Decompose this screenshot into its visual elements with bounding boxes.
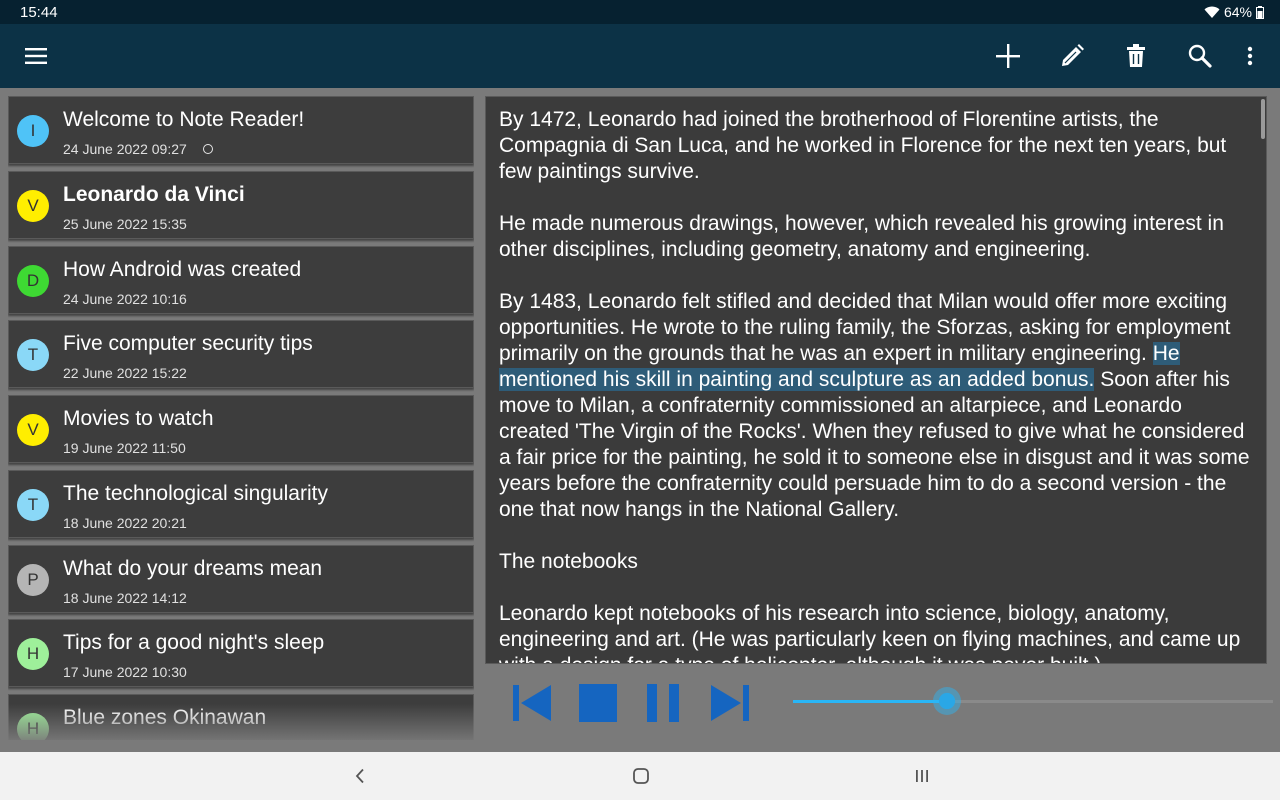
note-date: 18 June 2022 20:21 (63, 514, 187, 531)
note-title: How Android was created (63, 257, 302, 281)
note-title: Leonardo da Vinci (63, 182, 245, 206)
more-vert-icon[interactable] (1234, 40, 1266, 72)
skip-previous-icon[interactable] (511, 682, 553, 724)
reading-position-icon (203, 144, 213, 154)
note-reader[interactable]: By 1472, Leonardo had joined the brother… (485, 96, 1267, 664)
paragraph: By 1483, Leonardo felt stifled and decid… (499, 289, 1255, 523)
wifi-icon (1204, 5, 1220, 19)
note-title: Welcome to Note Reader! (63, 108, 305, 131)
navigation-bar (0, 752, 1280, 800)
reader-scrollbar[interactable] (1261, 99, 1265, 139)
seek-bar-progress (793, 700, 947, 703)
note-title: What do your dreams mean (63, 556, 323, 580)
note-avatar: V (17, 414, 49, 446)
battery-level: 64% (1223, 4, 1252, 20)
note-title: Movies to watch (63, 407, 214, 430)
section-heading: The notebooks (499, 550, 638, 573)
paragraph: Leonardo kept notebooks of his research … (499, 602, 1241, 663)
back-icon[interactable] (348, 764, 372, 788)
note-avatar: P (17, 563, 49, 596)
paragraph: By 1472, Leonardo had joined the brother… (499, 108, 1227, 183)
text-span: By 1483, Leonardo felt stifled and decid… (499, 290, 1231, 365)
paragraph: He made numerous drawings, however, whic… (499, 212, 1224, 261)
note-title: The technological singularity (63, 481, 328, 505)
edit-icon[interactable] (1056, 40, 1088, 72)
note-date: 22 June 2022 15:22 (63, 365, 187, 382)
note-avatar: T (17, 488, 49, 521)
search-icon[interactable] (1184, 40, 1216, 72)
note-title: Five computer security tips (63, 332, 313, 356)
note-list-item[interactable]: T The technological singularity 18 June 20… (8, 469, 474, 538)
status-time: 15:44 (20, 4, 58, 21)
note-avatar: I (17, 115, 49, 147)
note-date: 24 June 2022 09:27 (63, 141, 187, 157)
home-icon[interactable] (629, 764, 653, 788)
note-list-item[interactable]: V Leonardo da Vinci 25 June 2022 15:35 (8, 170, 474, 239)
note-date: 24 June 2022 10:16 (63, 290, 187, 307)
note-avatar: H (17, 713, 49, 740)
note-date: 17 June 2022 10:30 (63, 664, 187, 681)
note-avatar: V (17, 189, 49, 222)
note-avatar: T (17, 339, 49, 372)
note-avatar: D (17, 264, 49, 297)
note-list-item[interactable]: P What do your dreams mean 18 June 2022 14… (8, 544, 474, 613)
note-title: Tips for a good night's sleep (63, 631, 325, 655)
notes-list[interactable]: I Welcome to Note Reader! 24 June 2022 09:… (8, 96, 474, 740)
menu-icon[interactable] (20, 40, 52, 72)
skip-next-icon[interactable] (709, 682, 751, 724)
seek-bar[interactable] (793, 687, 1273, 715)
note-list-item[interactable]: I Welcome to Note Reader! 24 June 2022 09:… (8, 96, 474, 164)
pause-icon[interactable] (643, 682, 685, 724)
recents-icon[interactable] (910, 764, 934, 788)
note-list-item[interactable]: T Five computer security tips 22 June 2022… (8, 320, 474, 389)
note-list-item[interactable]: H Blue zones Okinawan (8, 694, 474, 740)
status-bar: 15:44 64% (0, 0, 1280, 24)
delete-icon[interactable] (1120, 40, 1152, 72)
note-date: 25 June 2022 15:35 (63, 215, 187, 232)
add-icon[interactable] (992, 40, 1024, 72)
note-list-item[interactable]: V Movies to watch 19 June 2022 11:50 (8, 395, 474, 463)
note-date: 18 June 2022 14:12 (63, 589, 187, 606)
note-title: Blue zones Okinawan (63, 706, 267, 729)
note-list-item[interactable]: D How Android was created 24 June 2022 10:… (8, 245, 474, 314)
status-right: 64% (1204, 4, 1264, 20)
note-list-item[interactable]: H Tips for a good night's sleep 17 June 20… (8, 619, 474, 688)
seek-bar-thumb[interactable] (932, 687, 961, 715)
app-bar (0, 24, 1280, 88)
stop-icon[interactable] (577, 682, 619, 724)
note-text: By 1472, Leonardo had joined the brother… (499, 107, 1255, 663)
note-date: 19 June 2022 11:50 (63, 440, 186, 456)
note-avatar: H (17, 638, 49, 671)
battery-icon (1256, 5, 1264, 19)
